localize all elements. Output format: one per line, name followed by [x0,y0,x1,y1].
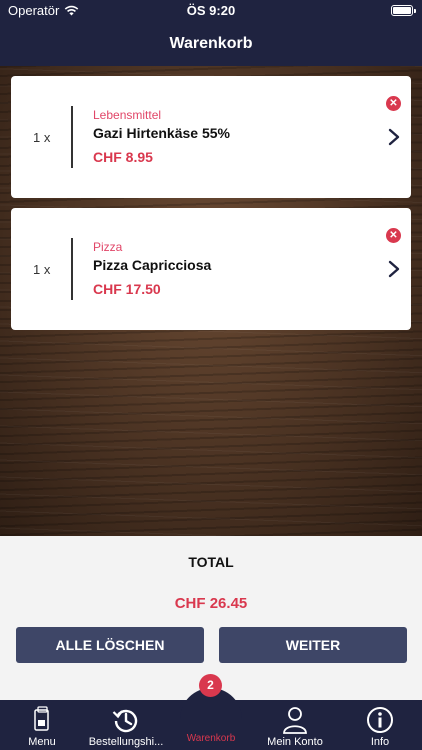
tab-label: Mein Konto [267,736,323,748]
item-quantity: 1 x [33,130,51,145]
cart-item[interactable]: 1 x Pizza Pizza Capricciosa CHF 17.50 ✕ [11,208,411,330]
nav-bar: Warenkorb [0,22,422,66]
tab-my-account[interactable]: Mein Konto [253,700,337,750]
total-value: CHF 26.45 [174,595,248,612]
clear-all-button[interactable]: ALLE LÖSCHEN [16,627,204,663]
item-divider [71,106,73,168]
tab-label: Info [370,736,390,748]
item-name: Pizza Capricciosa [93,257,212,273]
tab-label: Bestellungshi... [88,736,164,748]
continue-button[interactable]: WEITER [219,627,407,663]
info-icon [367,707,393,733]
total-label: TOTAL [188,554,234,570]
item-name: Gazi Hirtenkäse 55% [93,125,230,141]
menu-card-icon [34,706,49,731]
tab-info[interactable]: Info [338,700,422,750]
tab-label: Warenkorb [186,733,236,744]
user-icon [283,707,307,734]
item-quantity: 1 x [33,262,51,277]
status-bar: Operatör ÖS 9:20 [0,0,422,22]
tab-menu[interactable]: Menu [0,700,84,750]
remove-item-icon[interactable]: ✕ [386,96,401,111]
page-title: Warenkorb [169,35,253,52]
chevron-right-icon[interactable] [387,127,401,147]
item-price: CHF 8.95 [93,149,153,165]
item-price: CHF 17.50 [93,281,161,297]
tab-order-history[interactable]: Bestellungshi... [84,700,168,750]
battery-icon [391,5,416,16]
cart-count-badge: 2 [199,674,222,697]
chevron-right-icon[interactable] [387,259,401,279]
item-category: Lebensmittel [93,108,162,122]
item-divider [71,238,73,300]
remove-item-icon[interactable]: ✕ [386,228,401,243]
history-icon [112,709,138,733]
clock: ÖS 9:20 [186,3,236,18]
cart-item[interactable]: 1 x Lebensmittel Gazi Hirtenkäse 55% CHF… [11,76,411,198]
tab-label: Menu [28,736,56,748]
item-category: Pizza [93,240,123,254]
